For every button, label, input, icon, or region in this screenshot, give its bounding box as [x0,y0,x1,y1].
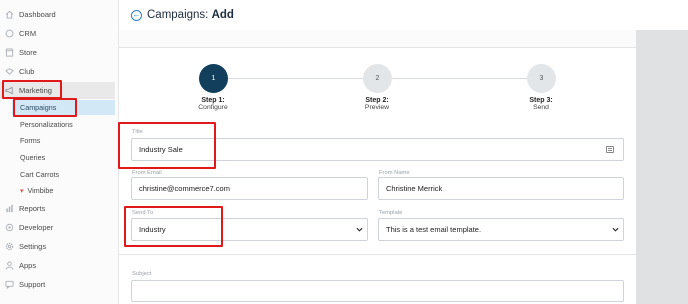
template-select[interactable]: This is a test email template. [378,218,624,241]
sidebar-item-settings[interactable]: Settings [0,238,115,255]
sidebar-subitem-label: Queries [20,153,46,162]
step-connector [392,78,527,79]
from-name-label: From Name [379,170,410,176]
step-3-circle[interactable]: 3 [527,64,556,93]
sidebar-subitem-cart-carrots[interactable]: Cart Carrots [12,167,115,182]
back-arrow-icon[interactable]: ← [131,9,142,21]
sidebar-subitem-label: Cart Carrots [20,170,60,179]
support-icon [5,280,14,289]
sidebar-subitem-label: Vimbibe [27,186,54,195]
step-1-circle[interactable]: 1 [199,64,228,93]
sidebar-item-apps[interactable]: Apps [0,257,115,274]
sidebar-item-support[interactable]: Support [0,276,115,293]
sidebar-item-club[interactable]: Club [0,63,115,80]
right-panel [636,30,688,304]
from-email-value: christine@commerce7.com [139,184,230,193]
step-number: 1 [211,75,216,82]
section-divider [119,254,636,255]
from-name-input[interactable]: Christine Merrick [378,177,624,200]
sidebar-item-crm[interactable]: CRM [0,25,115,42]
title-input[interactable]: Industry Sale [131,138,624,161]
subject-input[interactable] [131,280,624,302]
apps-icon [5,261,14,270]
sidebar-item-label: Marketing [19,86,52,95]
sidebar-item-store[interactable]: Store [0,44,115,61]
sidebar-item-label: Store [19,48,37,57]
sidebar-subitem-vimbibe[interactable]: ▾ Vimbibe [12,183,115,198]
sidebar-subitem-label: Campaigns [20,103,57,112]
step-2-circle[interactable]: 2 [363,64,392,93]
sidebar-item-label: Settings [19,242,47,251]
step-1-label: Step 1: [201,97,225,104]
reports-icon [5,204,14,213]
chevron-down-icon [356,227,363,232]
sidebar-item-label: Support [19,280,46,289]
sidebar-item-label: Club [19,67,35,76]
sidebar-subitem-queries[interactable]: Queries [12,150,115,165]
sidebar-item-dashboard[interactable]: Dashboard [0,6,115,23]
step-3-label: Step 3: [529,97,553,104]
sidebar-subitem-campaigns[interactable]: Campaigns [12,100,115,115]
template-label: Template [379,210,403,216]
home-icon [5,10,14,19]
sidebar-item-marketing[interactable]: Marketing [0,82,115,99]
step-3-sublabel: Send [533,104,549,111]
sidebar-subitem-label: Personalizations [20,120,73,129]
step-number: 3 [539,75,544,82]
step-number: 2 [375,75,380,82]
step-connector [228,78,363,79]
sidebar-item-developer[interactable]: Developer [0,219,115,236]
gear-icon [5,242,14,251]
send-to-value: Industry [139,225,166,234]
page-title-action: Add [211,9,234,21]
subject-label: Subject [132,271,152,277]
store-icon [5,48,14,57]
from-name-value: Christine Merrick [386,184,443,193]
developer-icon [5,223,14,232]
page-title: Campaigns: Add [147,9,234,21]
sidebar-item-reports[interactable]: Reports [0,200,115,217]
step-2-sublabel: Preview [364,104,390,111]
page-header: ← Campaigns: Add [119,0,688,30]
card-header-strip [119,30,636,48]
sidebar-item-label: Reports [19,204,46,213]
page-title-prefix: Campaigns: [147,9,209,21]
send-to-label: Send To [132,210,154,216]
sidebar-subitem-label: Forms [20,136,41,145]
step-2-label: Step 2: [365,97,389,104]
sidebar-item-label: Dashboard [19,10,56,19]
from-email-label: From Email [132,170,162,176]
chevron-down-icon [612,227,619,232]
megaphone-icon [5,86,14,95]
from-email-input[interactable]: christine@commerce7.com [131,177,368,200]
sidebar: Dashboard CRM Store Club Marketing Campa… [0,0,119,304]
step-1-sublabel: Configure [198,104,228,111]
template-value: This is a test email template. [386,225,482,234]
sidebar-subitem-personalizations[interactable]: Personalizations [12,117,115,132]
sidebar-item-label: Developer [19,223,54,232]
title-label: Title [132,129,143,135]
crm-icon [5,29,14,38]
sidebar-subitem-forms[interactable]: Forms [12,133,115,148]
vimbibe-icon: ▾ [20,187,24,195]
title-input-value: Industry Sale [139,145,183,154]
list-icon[interactable] [606,146,614,153]
sidebar-item-label: CRM [19,29,37,38]
sidebar-item-label: Apps [19,261,37,270]
club-icon [5,67,14,76]
send-to-select[interactable]: Industry [131,218,368,241]
